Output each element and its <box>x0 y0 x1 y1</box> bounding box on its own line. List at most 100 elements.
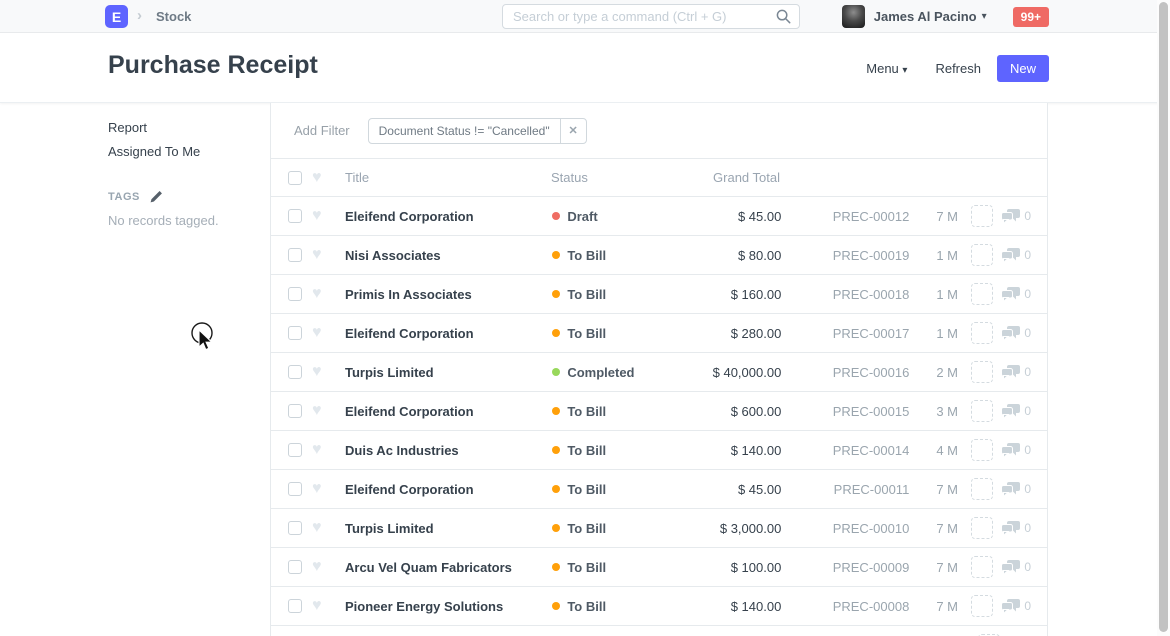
table-row[interactable]: ♥ Eleifend Corporation To Bill $ 600.00 … <box>271 392 1047 431</box>
assign-avatar-placeholder[interactable] <box>971 556 993 578</box>
row-comments-button[interactable]: 0 <box>1001 404 1031 419</box>
row-status: To Bill <box>552 521 692 536</box>
comments-icon <box>1001 326 1020 341</box>
row-status: To Bill <box>552 287 692 302</box>
like-heart-icon[interactable]: ♥ <box>312 520 328 536</box>
status-label: To Bill <box>567 404 606 419</box>
table-row[interactable]: ♥ Arcu Vel Quam Fabricators To Bill $ 10… <box>271 548 1047 587</box>
row-checkbox[interactable] <box>288 482 302 496</box>
table-row[interactable]: ♥ Eleifend Corporation To Bill $ 45.00 P… <box>271 470 1047 509</box>
like-heart-icon[interactable]: ♥ <box>312 403 328 419</box>
row-title-link[interactable]: Arcu Vel Quam Fabricators <box>345 560 552 575</box>
row-checkbox[interactable] <box>288 443 302 457</box>
row-comments-button[interactable]: 0 <box>1001 326 1031 341</box>
notification-badge[interactable]: 99+ <box>1013 7 1049 27</box>
like-heart-icon[interactable]: ♥ <box>312 325 328 341</box>
filter-remove-icon[interactable]: ✕ <box>560 119 586 143</box>
refresh-button[interactable]: Refresh <box>935 61 981 76</box>
assign-avatar-placeholder[interactable] <box>971 439 993 461</box>
table-row[interactable]: ♥ Duis Ac Industries To Bill $ 140.00 PR… <box>271 431 1047 470</box>
like-heart-icon[interactable]: ♥ <box>312 559 328 575</box>
row-title-link[interactable]: Eleifend Corporation <box>345 404 552 419</box>
comment-count: 0 <box>1024 482 1031 496</box>
table-row[interactable]: ♥ Eleifend Corporation Draft $ 45.00 PRE… <box>271 197 1047 236</box>
row-title-link[interactable]: Primis In Associates <box>345 287 552 302</box>
table-row[interactable]: ♥ Turpis Limited To Bill $ 3,000.00 PREC… <box>271 509 1047 548</box>
row-title-link[interactable]: Eleifend Corporation <box>345 326 552 341</box>
select-all-checkbox[interactable] <box>288 171 302 185</box>
comment-count: 0 <box>1024 404 1031 418</box>
row-title-link[interactable]: Eleifend Corporation <box>345 482 552 497</box>
row-doc-id: PREC-00014 <box>781 443 909 458</box>
row-comments-button[interactable]: 0 <box>1001 560 1031 575</box>
row-checkbox[interactable] <box>288 560 302 574</box>
filter-chip-label[interactable]: Document Status != "Cancelled" <box>369 119 560 143</box>
menu-button[interactable]: Menu ▾ <box>866 61 907 76</box>
table-row[interactable]: ♥ Eleifend Corporation To Bill $ 280.00 … <box>271 314 1047 353</box>
row-comments-button[interactable]: 0 <box>1001 521 1031 536</box>
assign-avatar-placeholder[interactable] <box>971 283 993 305</box>
row-comments-button[interactable]: 0 <box>1001 287 1031 302</box>
like-heart-icon[interactable]: ♥ <box>312 208 328 224</box>
table-row[interactable]: ♥ Primis In Associates To Bill $ 160.00 … <box>271 275 1047 314</box>
liked-filter-heart-icon[interactable]: ♥ <box>312 170 328 186</box>
row-comments-button[interactable]: 0 <box>1001 443 1031 458</box>
row-checkbox[interactable] <box>288 326 302 340</box>
like-heart-icon[interactable]: ♥ <box>312 481 328 497</box>
row-checkbox[interactable] <box>288 521 302 535</box>
like-heart-icon[interactable]: ♥ <box>312 364 328 380</box>
app-logo[interactable]: E <box>105 5 128 28</box>
assign-avatar-placeholder[interactable] <box>971 244 993 266</box>
like-heart-icon[interactable]: ♥ <box>312 247 328 263</box>
like-heart-icon[interactable]: ♥ <box>312 286 328 302</box>
table-row[interactable]: ♥ Pioneer Energy Solutions To Bill $ 140… <box>271 587 1047 626</box>
user-avatar[interactable] <box>842 5 865 28</box>
assign-avatar-placeholder[interactable] <box>971 517 993 539</box>
breadcrumb[interactable]: Stock <box>156 9 191 24</box>
row-modified-time: 7 M <box>936 482 966 497</box>
table-row[interactable]: ♥ Turpis Limited Completed $ 40,000.00 P… <box>271 353 1047 392</box>
row-checkbox[interactable] <box>288 404 302 418</box>
row-title-link[interactable]: Pioneer Energy Solutions <box>345 599 552 614</box>
assign-avatar-placeholder[interactable] <box>971 322 993 344</box>
column-header-grand-total: Grand Total <box>691 170 780 185</box>
search-input[interactable] <box>513 9 776 24</box>
sidebar-item-assigned-to-me[interactable]: Assigned To Me <box>108 140 270 164</box>
comment-count: 0 <box>1024 521 1031 535</box>
add-filter-button[interactable]: Add Filter <box>294 123 350 138</box>
row-comments-button[interactable]: 0 <box>1001 209 1031 224</box>
row-comments-button[interactable]: 0 <box>1001 365 1031 380</box>
table-row[interactable]: ♥ Nisi Associates To Bill $ 80.00 PREC-0… <box>271 236 1047 275</box>
row-title-link[interactable]: Eleifend Corporation <box>345 209 552 224</box>
edit-tags-pencil-icon[interactable] <box>149 190 163 204</box>
scrollbar-thumb[interactable] <box>1159 2 1168 632</box>
assign-avatar-placeholder[interactable] <box>971 205 993 227</box>
assign-avatar-placeholder[interactable] <box>971 400 993 422</box>
row-checkbox[interactable] <box>288 599 302 613</box>
row-comments-button[interactable]: 0 <box>1001 599 1031 614</box>
row-grand-total: $ 600.00 <box>692 404 781 419</box>
new-button[interactable]: New <box>997 55 1049 82</box>
table-row[interactable]: ♥ <box>271 626 1047 636</box>
row-title-link[interactable]: Turpis Limited <box>345 365 552 380</box>
like-heart-icon[interactable]: ♥ <box>312 442 328 458</box>
row-comments-button[interactable]: 0 <box>1001 248 1031 263</box>
assign-avatar-placeholder[interactable] <box>971 478 993 500</box>
row-modified-time: 7 M <box>936 521 966 536</box>
row-title-link[interactable]: Duis Ac Industries <box>345 443 552 458</box>
sidebar-item-report[interactable]: Report <box>108 116 270 140</box>
assign-avatar-placeholder[interactable] <box>971 361 993 383</box>
row-checkbox[interactable] <box>288 287 302 301</box>
assign-avatar-placeholder[interactable] <box>971 595 993 617</box>
status-label: To Bill <box>567 443 606 458</box>
global-search[interactable] <box>502 4 800 29</box>
row-checkbox[interactable] <box>288 248 302 262</box>
row-comments-button[interactable]: 0 <box>1001 482 1031 497</box>
row-title-link[interactable]: Turpis Limited <box>345 521 552 536</box>
like-heart-icon[interactable]: ♥ <box>312 598 328 614</box>
user-menu[interactable]: James Al Pacino <box>874 9 977 24</box>
row-checkbox[interactable] <box>288 209 302 223</box>
row-checkbox[interactable] <box>288 365 302 379</box>
row-title-link[interactable]: Nisi Associates <box>345 248 552 263</box>
row-doc-id: PREC-00008 <box>781 599 909 614</box>
